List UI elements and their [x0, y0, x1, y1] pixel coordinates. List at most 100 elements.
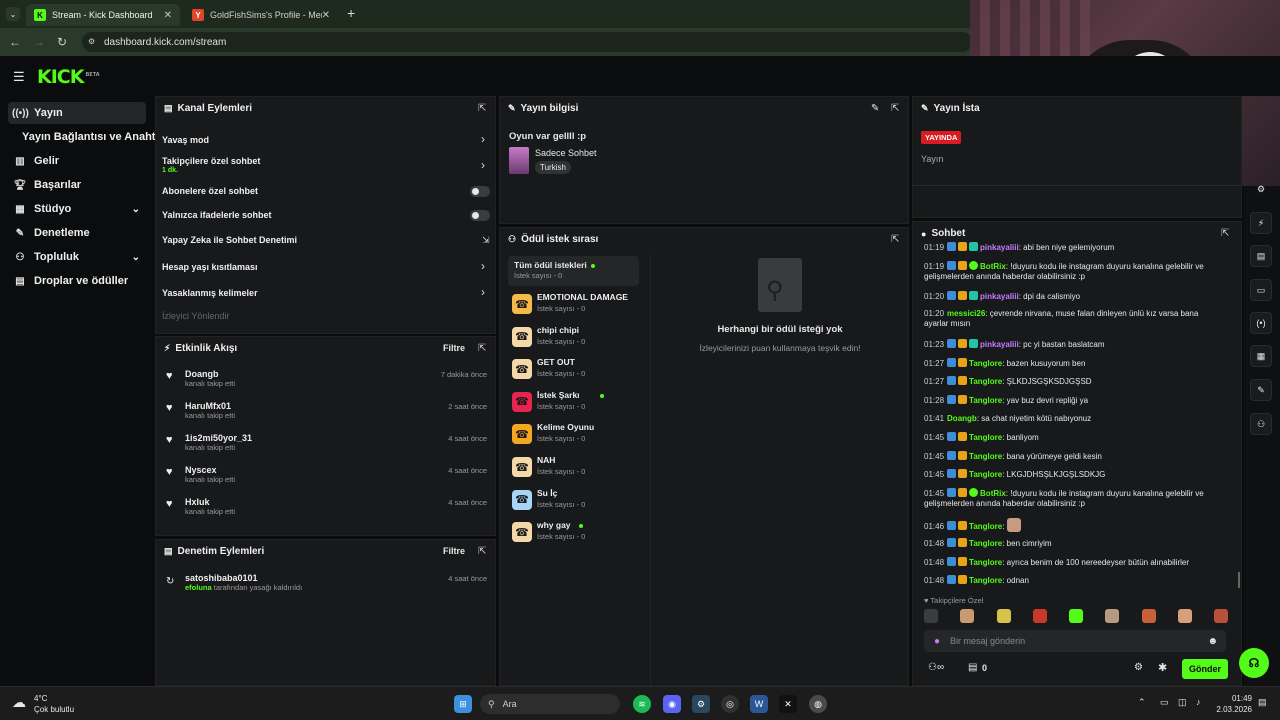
- tab-kick-dashboard[interactable]: K Stream - Kick Dashboard ✕: [26, 4, 180, 26]
- sidebar-item-denetleme[interactable]: ✎ Denetleme: [8, 222, 146, 244]
- points-icon[interactable]: ⚇∞: [928, 662, 944, 673]
- emote-icon[interactable]: [960, 609, 975, 623]
- mod-tools-icon[interactable]: ✱: [1158, 661, 1167, 674]
- chat-username[interactable]: Tanglore: [969, 558, 1002, 567]
- chat-username[interactable]: Tanglore: [969, 377, 1002, 386]
- chat-input[interactable]: ● Bir mesaj gönderin ☻: [924, 630, 1226, 652]
- edit-pencil-icon[interactable]: ✎: [871, 103, 879, 114]
- emote-icon[interactable]: [1069, 609, 1083, 623]
- site-info-icon[interactable]: ⚙: [88, 37, 95, 46]
- steam-icon[interactable]: ⚙: [692, 695, 710, 713]
- hamburger-menu-icon[interactable]: ☰: [13, 69, 25, 85]
- chevron-right-icon[interactable]: ›: [481, 132, 485, 146]
- notification-icon[interactable]: ▤: [1258, 697, 1267, 708]
- emote-icon[interactable]: [1214, 609, 1228, 623]
- chat-settings-icon[interactable]: ⚙: [1134, 662, 1143, 673]
- chevron-right-icon[interactable]: ›: [481, 158, 485, 172]
- reward-item[interactable]: ☎ İstek Şarkı İstek sayısı - 0: [512, 388, 642, 416]
- reward-item[interactable]: ☎ GET OUT İstek sayısı - 0: [512, 355, 642, 383]
- send-button[interactable]: Gönder: [1182, 659, 1228, 679]
- slow-mode-row[interactable]: Yavaş mod: [162, 135, 209, 145]
- taskbar-search[interactable]: ⚲ Ara: [480, 694, 620, 714]
- chat-username[interactable]: BotRix: [980, 489, 1006, 498]
- sidebar-item-gelir[interactable]: ▥ Gelir: [8, 150, 146, 172]
- rail-broadcast-icon[interactable]: (•): [1250, 312, 1272, 334]
- sidebar-item-topluluk[interactable]: ⚇ Topluluk ⌄: [8, 246, 146, 268]
- reward-item[interactable]: ☎ Kelime Oyunu İstek sayısı - 0: [512, 420, 642, 448]
- chat-username[interactable]: pinkayaliii: [980, 243, 1019, 252]
- tray-chevron-icon[interactable]: ⌃: [1138, 697, 1146, 708]
- emote-icon[interactable]: [1032, 609, 1047, 623]
- popout-icon[interactable]: ⇱: [891, 103, 899, 114]
- rail-list-icon[interactable]: ▦: [1250, 345, 1272, 367]
- all-rewards-item[interactable]: Tüm ödül istekleri İstek sayısı - 0: [508, 256, 639, 286]
- chevron-right-icon[interactable]: ›: [481, 259, 485, 273]
- chat-username[interactable]: Tanglore: [969, 470, 1002, 479]
- chat-username[interactable]: BotRix: [980, 262, 1006, 271]
- reward-item[interactable]: ☎ why gay İstek sayısı - 0: [512, 518, 642, 546]
- obs-icon[interactable]: ◎: [721, 695, 739, 713]
- popout-icon[interactable]: ⇱: [1221, 228, 1229, 239]
- forward-arrow-icon[interactable]: →: [33, 35, 45, 49]
- tray-network-icon[interactable]: ▭: [1160, 697, 1169, 708]
- emote-icon[interactable]: [1141, 609, 1156, 623]
- word-icon[interactable]: W: [750, 695, 768, 713]
- discord-icon[interactable]: ◉: [663, 695, 681, 713]
- sidebar-item-studyo[interactable]: ▦ Stüdyo ⌄: [8, 198, 146, 220]
- banned-words-row[interactable]: Yasaklanmış kelimeler: [162, 288, 258, 298]
- chat-username[interactable]: pinkayaliii: [980, 292, 1019, 301]
- chat-username[interactable]: Doangb: [947, 414, 977, 423]
- chat-username[interactable]: pinkayaliii: [980, 340, 1019, 349]
- filter-button[interactable]: Filtre: [443, 343, 465, 353]
- filter-button[interactable]: Filtre: [443, 546, 465, 556]
- emote-icon[interactable]: [1177, 609, 1192, 623]
- capcut-icon[interactable]: ✕: [779, 695, 797, 713]
- sidebar-item-yayin[interactable]: ((•)) Yayın: [8, 102, 146, 124]
- account-age-row[interactable]: Hesap yaşı kısıtlaması: [162, 262, 258, 272]
- popout-icon[interactable]: ⇱: [891, 234, 899, 245]
- chat-username[interactable]: messici26: [947, 309, 985, 318]
- emoji-icon[interactable]: ☻: [1207, 636, 1218, 647]
- back-arrow-icon[interactable]: ←: [9, 35, 21, 49]
- ai-moderation-row[interactable]: Yapay Zeka ile Sohbet Denetimi: [162, 235, 297, 245]
- popout-icon[interactable]: ⇱: [478, 343, 486, 354]
- external-link-icon[interactable]: ⇲: [482, 235, 490, 246]
- tab-list-chevron-icon[interactable]: ⌄: [6, 7, 20, 21]
- microphone-icon[interactable]: ●: [934, 636, 940, 647]
- url-field[interactable]: ⚙ dashboard.kick.com/stream: [82, 32, 972, 52]
- weather-icon[interactable]: ☁: [12, 694, 26, 711]
- chat-username[interactable]: Tanglore: [969, 576, 1002, 585]
- windows-start-icon[interactable]: ⊞: [454, 695, 472, 713]
- reward-item[interactable]: ☎ EMOTIONAL DAMAGE İstek sayısı - 0: [512, 290, 642, 318]
- rail-wrench-icon[interactable]: ✎: [1250, 379, 1272, 401]
- chat-username[interactable]: Tanglore: [969, 522, 1002, 531]
- reward-item[interactable]: ☎ chipi chipi İstek sayısı - 0: [512, 323, 642, 351]
- chat-username[interactable]: Tanglore: [969, 396, 1002, 405]
- close-tab-icon[interactable]: ✕: [164, 10, 172, 21]
- popout-icon[interactable]: ⇱: [478, 546, 486, 557]
- rail-rewards-icon[interactable]: ⚇: [1250, 413, 1272, 435]
- chrome-icon[interactable]: ◍: [809, 695, 827, 713]
- sidebar-item-stream-key[interactable]: Yayın Bağlantısı ve Anahtarı: [8, 126, 169, 148]
- reward-item[interactable]: ☎ NAH İstek sayısı - 0: [512, 453, 642, 481]
- popout-icon[interactable]: ⇱: [478, 103, 486, 114]
- new-tab-button[interactable]: +: [347, 5, 355, 21]
- subscriber-only-toggle[interactable]: [470, 186, 490, 197]
- chat-username[interactable]: Tanglore: [969, 452, 1002, 461]
- reward-item[interactable]: ☎ Su İç İstek sayısı - 0: [512, 486, 642, 514]
- spotify-icon[interactable]: ≋: [633, 695, 651, 713]
- emote-only-toggle[interactable]: [470, 210, 490, 221]
- rail-document-icon[interactable]: ▤: [1250, 245, 1272, 267]
- reload-icon[interactable]: ↻: [57, 35, 67, 49]
- chat-username[interactable]: Tanglore: [969, 433, 1002, 442]
- tab-goldfishsims-profile[interactable]: Y GoldFishSims's Profile - Memb ✕: [184, 4, 338, 26]
- emote-icon[interactable]: [996, 609, 1011, 623]
- kick-logo[interactable]: KICK BETA: [37, 66, 100, 88]
- chat-username[interactable]: Tanglore: [969, 539, 1002, 548]
- rail-chat-icon[interactable]: ▭: [1250, 279, 1272, 301]
- chat-username[interactable]: Tanglore: [969, 359, 1002, 368]
- rail-settings-icon[interactable]: ⚙: [1257, 184, 1265, 195]
- help-button[interactable]: ☊: [1239, 648, 1269, 678]
- follower-only-row[interactable]: Takipçilere özel sohbet 1 dk.: [162, 156, 260, 174]
- chat-scrollbar[interactable]: [1238, 572, 1240, 588]
